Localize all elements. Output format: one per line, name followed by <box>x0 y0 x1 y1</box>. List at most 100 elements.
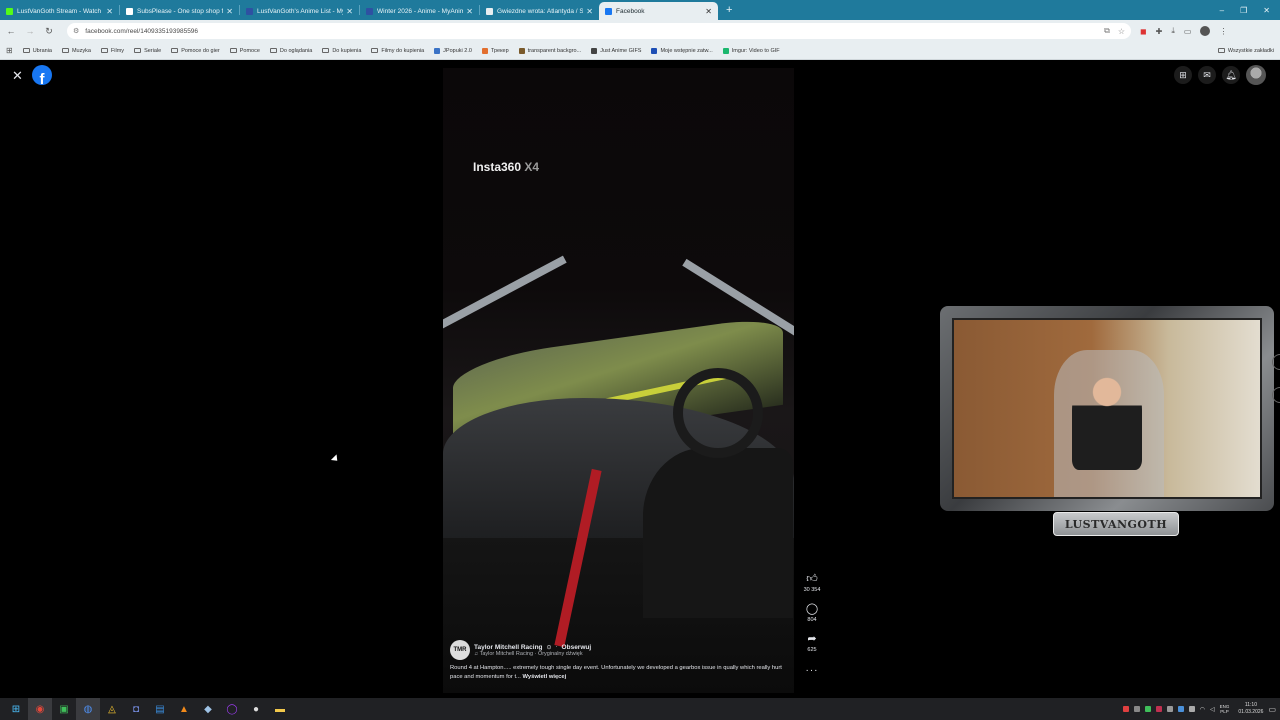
page-avatar[interactable]: TMR <box>450 640 470 660</box>
obs-taskbar-icon[interactable]: ● <box>244 698 268 720</box>
bookmark-item[interactable]: Moje wstępnie zatw... <box>651 47 713 54</box>
app-blue-taskbar-icon[interactable]: ▤ <box>148 698 172 720</box>
watermark-brand: Insta360 <box>473 160 522 174</box>
profile-icon[interactable] <box>1200 26 1211 36</box>
notifications-icon[interactable]: ▭ <box>1268 705 1276 714</box>
comment-bubble-icon[interactable]: ◯ <box>806 603 818 616</box>
bookmark-label: Pomoce do gier <box>181 47 220 54</box>
bookmark-item[interactable]: Pomoce do gier <box>171 48 220 54</box>
wifi-icon[interactable]: ◠ <box>1200 706 1205 713</box>
page-name[interactable]: Taylor Mitchell Racing <box>474 644 543 651</box>
tray-app-icon[interactable] <box>1177 706 1184 712</box>
tab-title: Gwiezdne wrota: Atlantyda / St <box>497 7 584 15</box>
notifications-bell-icon[interactable]: 🔔︎ <box>1222 66 1240 84</box>
bookmark-item[interactable]: Do kupienia <box>322 48 361 54</box>
browser-tab[interactable]: Gwiezdne wrota: Atlantyda / St ✕ <box>480 2 599 20</box>
tray-app-icon[interactable] <box>1155 706 1162 712</box>
forward-icon[interactable]: → <box>25 26 35 36</box>
close-window-button[interactable]: ✕ <box>1263 6 1270 15</box>
browser-tab[interactable]: LustVanGoth Stream - Watch Li ✕ <box>0 2 119 20</box>
sidebar-icon[interactable]: ▭ <box>1184 27 1192 36</box>
apps-grid-icon[interactable]: ⊞ <box>6 46 13 55</box>
tab-close-icon[interactable]: ✕ <box>346 7 353 16</box>
bookmark-item[interactable]: JPopuki 2.0 <box>434 47 472 54</box>
language-indicator[interactable]: ENG PLP <box>1220 704 1230 714</box>
like-action[interactable]: 👍︎ 30 354 <box>804 573 821 593</box>
extension-icon[interactable]: ◼ <box>1140 27 1147 36</box>
reel-actions: 👍︎ 30 354 ◯ 804 ➦ 625 ··· <box>800 573 824 686</box>
address-bar[interactable]: ⚙ facebook.com/reel/1409335193985596 ⧉ ☆ <box>67 23 1131 39</box>
app-green-taskbar-icon[interactable]: ▣ <box>52 698 76 720</box>
reel-video[interactable]: Insta360 X4 <box>443 68 794 693</box>
tab-close-icon[interactable]: ✕ <box>586 7 593 16</box>
install-icon[interactable]: ⧉ <box>1104 26 1110 36</box>
bookmark-item[interactable]: Seriale <box>134 48 161 54</box>
share-action[interactable]: ➦ 625 <box>807 633 816 653</box>
clock[interactable]: 11:10 01.03.2026 <box>1238 702 1263 716</box>
bookmark-star-icon[interactable]: ☆ <box>1118 27 1125 36</box>
tab-close-icon[interactable]: ✕ <box>705 7 712 16</box>
bookmark-item[interactable]: Do oglądania <box>269 48 312 54</box>
bookmark-item[interactable]: transparent backgro... <box>518 47 581 54</box>
app-purple-taskbar-icon[interactable]: ◯ <box>220 698 244 720</box>
menu-icon[interactable]: ⋮ <box>1219 27 1227 36</box>
app-yellow-taskbar-icon[interactable]: ◬ <box>100 698 124 720</box>
volume-icon[interactable]: ◁ <box>1210 706 1215 713</box>
vlc-taskbar-icon[interactable]: ▲ <box>172 698 196 720</box>
extensions-puzzle-icon[interactable]: ✚ <box>1156 27 1163 36</box>
browser-toolbar: ← → ↻ ⚙ facebook.com/reel/14093351939855… <box>0 20 1280 42</box>
close-icon[interactable]: ✕ <box>12 68 23 84</box>
profile-avatar[interactable] <box>1246 65 1266 85</box>
tray-app-icon[interactable] <box>1122 706 1129 712</box>
downloads-icon[interactable]: ⤓ <box>1171 26 1175 36</box>
menu-grid-icon[interactable]: ⊞ <box>1174 66 1192 84</box>
steam-taskbar-icon[interactable]: ◆ <box>196 698 220 720</box>
comment-count: 804 <box>807 617 817 623</box>
all-bookmarks-label: Wszystkie zakładki <box>1227 47 1274 54</box>
bookmark-item[interactable]: Muzyka <box>61 48 91 54</box>
bookmark-item[interactable]: Just Anime GIFS <box>591 47 641 54</box>
like-thumb-icon[interactable]: 👍︎ <box>806 573 818 586</box>
tray-app-icon[interactable] <box>1166 706 1173 712</box>
facebook-logo-icon[interactable]: f <box>32 65 52 85</box>
music-note-icon: ♫ <box>474 650 479 657</box>
bookmark-item[interactable]: Трекер <box>481 47 509 54</box>
new-tab-button[interactable]: + <box>726 4 732 16</box>
audio-row[interactable]: ♫ Taylor Mitchell Racing · Oryginalny dź… <box>474 651 591 657</box>
file-explorer-taskbar-icon[interactable]: ▬ <box>268 698 292 720</box>
discord-taskbar-icon[interactable]: ◘ <box>124 698 148 720</box>
browser-taskbar-icon[interactable]: ◍ <box>76 698 100 720</box>
tab-close-icon[interactable]: ✕ <box>226 7 233 16</box>
follow-button[interactable]: Obserwuj <box>562 644 592 651</box>
bookmark-label: Do kupienia <box>332 47 362 54</box>
bookmark-item[interactable]: Pomoce <box>229 48 260 54</box>
browser-tab[interactable]: LustVanGoth's Anime List - My ✕ <box>240 2 359 20</box>
tab-close-icon[interactable]: ✕ <box>466 7 473 16</box>
messenger-icon[interactable]: ✉ <box>1198 66 1216 84</box>
browser-tab[interactable]: SubsPlease - One stop shop fo ✕ <box>120 2 239 20</box>
more-options-icon[interactable]: ··· <box>806 665 819 676</box>
share-arrow-icon[interactable]: ➦ <box>807 633 816 646</box>
bookmark-item[interactable]: Ubrania <box>22 47 52 54</box>
reload-icon[interactable]: ↻ <box>44 26 54 37</box>
bookmark-label: Ubrania <box>32 47 52 54</box>
maximize-button[interactable]: ❐ <box>1240 6 1247 15</box>
back-icon[interactable]: ← <box>6 26 16 36</box>
chrome-taskbar-icon[interactable]: ◉ <box>28 698 52 720</box>
tray-app-icon[interactable] <box>1188 706 1195 712</box>
bookmark-item[interactable]: Filmy <box>100 48 124 54</box>
browser-tab[interactable]: Facebook ✕ <box>599 2 718 20</box>
start-windows-icon[interactable]: ⊞ <box>4 698 28 720</box>
bookmark-favicon-icon <box>722 47 729 54</box>
bookmark-item[interactable]: Filmy do kupienia <box>371 48 424 54</box>
see-more-link[interactable]: Wyświetl więcej <box>523 674 567 680</box>
tray-app-icon[interactable] <box>1144 706 1151 712</box>
minimize-button[interactable]: – <box>1220 6 1224 15</box>
all-bookmarks[interactable]: Wszystkie zakładki <box>1217 47 1274 54</box>
tray-app-icon[interactable] <box>1133 706 1140 712</box>
site-info-icon[interactable]: ⚙ <box>73 27 79 35</box>
bookmark-item[interactable]: Imgur: Video to GIF <box>722 47 780 54</box>
comment-action[interactable]: ◯ 804 <box>806 603 818 623</box>
browser-tab[interactable]: Winter 2026 - Anime - MyAnim ✕ <box>360 2 479 20</box>
tab-close-icon[interactable]: ✕ <box>106 7 113 16</box>
